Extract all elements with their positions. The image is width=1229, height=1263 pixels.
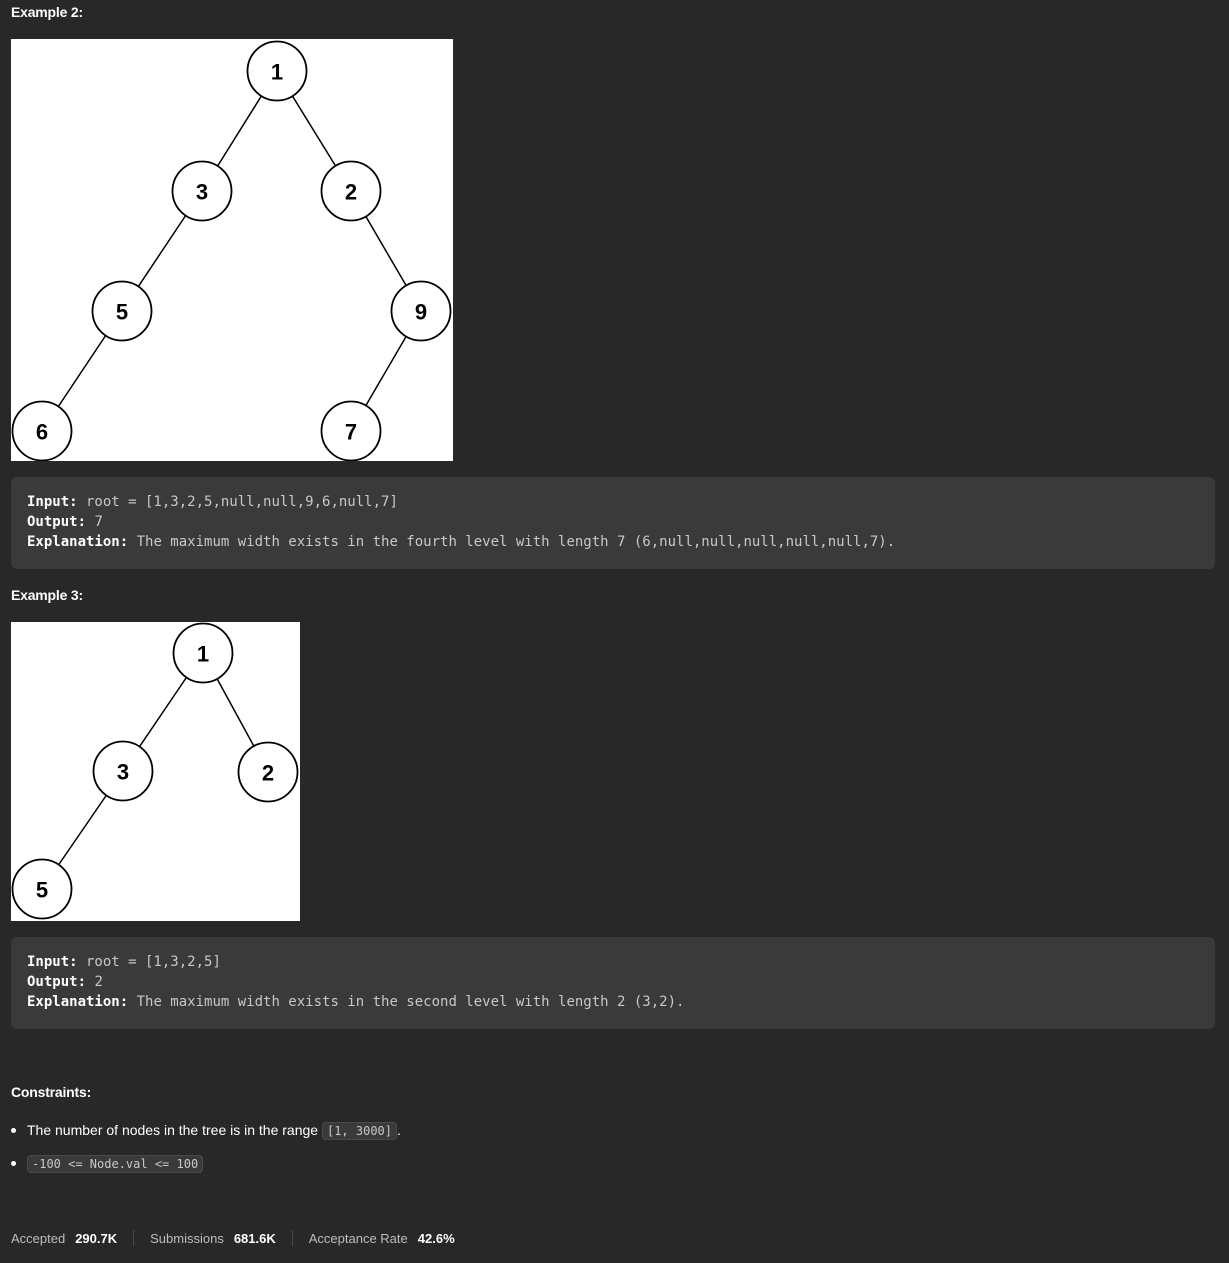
explanation-value: The maximum width exists in the fourth l…: [128, 534, 896, 550]
submissions-label: Submissions: [150, 1230, 224, 1246]
constraint-item: -100 <= Node.val <= 100: [11, 1153, 401, 1173]
stat-divider: [133, 1230, 135, 1246]
output-value: 2: [86, 974, 103, 990]
accepted-stat: Accepted 290.7K: [11, 1231, 117, 1246]
constraints-list: The number of nodes in the tree is in th…: [11, 1120, 401, 1186]
input-value: root = [1,3,2,5,null,null,9,6,null,7]: [77, 494, 398, 510]
stat-divider: [291, 1230, 293, 1246]
submissions-stat: Submissions 681.6K: [150, 1231, 276, 1246]
svg-text:3: 3: [196, 180, 208, 205]
svg-text:3: 3: [117, 760, 129, 785]
accepted-label: Accepted: [11, 1230, 66, 1246]
constraints-heading: Constraints:: [11, 1084, 92, 1100]
input-line: Input: root = [1,3,2,5,null,null,9,6,nul…: [27, 492, 1199, 512]
output-line: Output: 2: [27, 972, 1199, 992]
input-label: Input:: [27, 954, 78, 970]
submissions-value: 681.6K: [233, 1230, 276, 1246]
example-3-tree-image: 1 3 2 5: [11, 622, 300, 921]
tree-node: 1: [246, 40, 308, 102]
tree-node: 2: [237, 741, 299, 803]
example-3-code-block: Input: root = [1,3,2,5] Output: 2 Explan…: [11, 937, 1215, 1029]
tree-node: 5: [91, 280, 153, 342]
example-2-code-block: Input: root = [1,3,2,5,null,null,9,6,nul…: [11, 477, 1215, 569]
accepted-value: 290.7K: [75, 1230, 118, 1246]
constraint-item: The number of nodes in the tree is in th…: [11, 1120, 401, 1140]
svg-text:9: 9: [415, 300, 427, 325]
svg-text:5: 5: [36, 878, 48, 903]
example-2-tree-image: 1 3 2 5 9 6 7: [11, 39, 453, 461]
constraint-code: -100 <= Node.val <= 100: [27, 1155, 204, 1173]
input-label: Input:: [27, 494, 78, 510]
explanation-label: Explanation:: [27, 994, 129, 1010]
output-label: Output:: [27, 514, 87, 530]
explanation-value: The maximum width exists in the second l…: [128, 994, 685, 1010]
svg-text:7: 7: [345, 420, 357, 445]
svg-text:2: 2: [262, 761, 274, 786]
output-label: Output:: [27, 974, 87, 990]
tree-node: 5: [11, 858, 73, 920]
tree-node: 6: [11, 400, 73, 461]
svg-text:6: 6: [36, 420, 48, 445]
svg-text:2: 2: [345, 180, 357, 205]
example-3-heading: Example 3:: [11, 587, 83, 603]
constraint-code: [1, 3000]: [321, 1122, 397, 1140]
acceptance-rate-stat: Acceptance Rate 42.6%: [309, 1231, 455, 1246]
explanation-line: Explanation: The maximum width exists in…: [27, 532, 1199, 552]
svg-text:1: 1: [271, 60, 283, 85]
tree-node: 1: [172, 622, 234, 684]
constraint-text: The number of nodes in the tree is in th…: [27, 1122, 322, 1138]
input-line: Input: root = [1,3,2,5]: [27, 952, 1199, 972]
submission-stats: Accepted 290.7K Submissions 681.6K Accep…: [11, 1229, 455, 1247]
acceptance-rate-value: 42.6%: [417, 1230, 455, 1246]
svg-text:1: 1: [197, 642, 209, 667]
example-2-heading: Example 2:: [11, 4, 83, 20]
tree-node: 3: [171, 160, 233, 222]
tree-node: 9: [390, 280, 452, 342]
output-line: Output: 7: [27, 512, 1199, 532]
output-value: 7: [86, 514, 103, 530]
explanation-label: Explanation:: [27, 534, 129, 550]
tree-node: 2: [320, 160, 382, 222]
input-value: root = [1,3,2,5]: [77, 954, 221, 970]
constraint-suffix: .: [397, 1122, 401, 1138]
tree-node: 3: [92, 740, 154, 802]
explanation-line: Explanation: The maximum width exists in…: [27, 992, 1199, 1012]
tree-node: 7: [320, 400, 382, 461]
svg-text:5: 5: [116, 300, 128, 325]
acceptance-rate-label: Acceptance Rate: [308, 1230, 408, 1246]
